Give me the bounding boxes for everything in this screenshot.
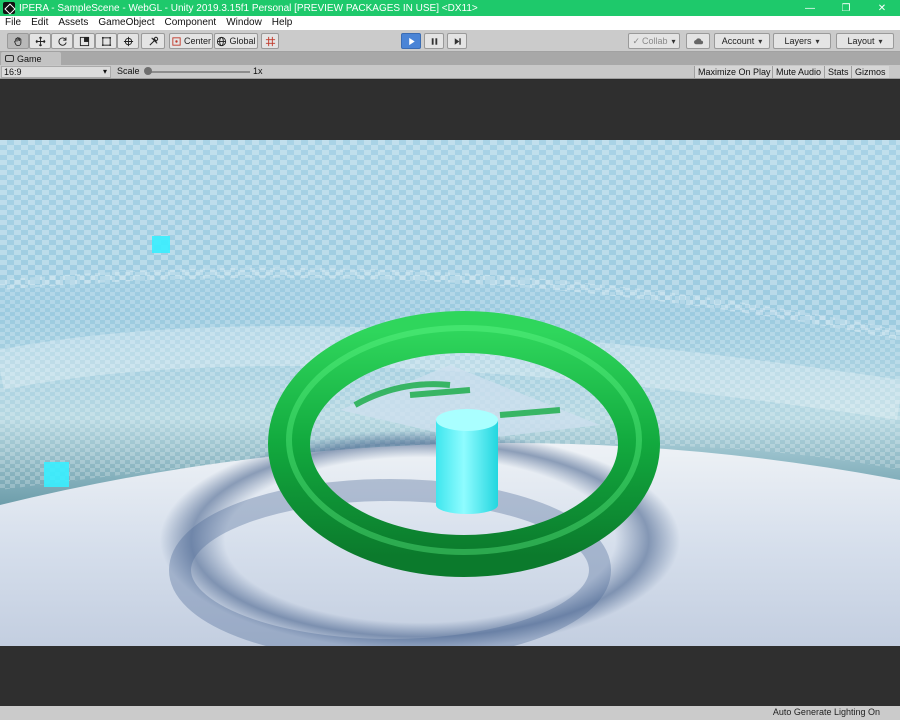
grid-snap-button[interactable] bbox=[261, 33, 279, 49]
hand-icon bbox=[13, 36, 21, 46]
collab-label: Collab bbox=[642, 36, 668, 46]
window-title: IPERA - SampleScene - WebGL - Unity 2019… bbox=[19, 2, 478, 14]
main-toolbar: Center Global ✓ Collab Account Layers La… bbox=[0, 30, 900, 52]
pivot-rotation-label: Global bbox=[229, 36, 256, 46]
maximize-on-play-toggle[interactable]: Maximize On Play bbox=[694, 66, 774, 78]
hand-tool-button[interactable] bbox=[7, 33, 29, 49]
rotate-tool-button[interactable] bbox=[51, 33, 73, 49]
stats-toggle[interactable]: Stats bbox=[824, 66, 852, 78]
transform-tool-button[interactable] bbox=[117, 33, 139, 49]
game-tab-strip: Game bbox=[0, 52, 900, 65]
menu-component[interactable]: Component bbox=[160, 16, 222, 30]
pivot-mode-button[interactable]: Center bbox=[169, 33, 213, 49]
layout-dropdown[interactable]: Layout bbox=[836, 33, 894, 49]
scale-icon bbox=[79, 36, 89, 46]
cube-large bbox=[44, 462, 69, 487]
status-text: Auto Generate Lighting On bbox=[772, 707, 880, 717]
viewport-letterbox-top bbox=[0, 80, 900, 140]
aspect-ratio-dropdown[interactable]: 16:9 bbox=[1, 66, 111, 78]
menu-assets[interactable]: Assets bbox=[53, 16, 93, 30]
menu-gameobject[interactable]: GameObject bbox=[93, 16, 159, 30]
cube-small bbox=[152, 236, 170, 253]
menu-help[interactable]: Help bbox=[267, 16, 298, 30]
mute-audio-toggle[interactable]: Mute Audio bbox=[772, 66, 825, 78]
game-scene-render bbox=[0, 140, 900, 646]
game-viewport[interactable] bbox=[0, 140, 900, 646]
account-label: Account bbox=[721, 36, 755, 46]
collab-button[interactable]: ✓ Collab bbox=[628, 33, 680, 49]
rect-transform-icon bbox=[101, 36, 111, 46]
status-bar: Auto Generate Lighting On bbox=[0, 706, 900, 720]
scale-tool-button[interactable] bbox=[73, 33, 95, 49]
menu-bar: File Edit Assets GameObject Component Wi… bbox=[0, 16, 900, 30]
play-button[interactable] bbox=[401, 33, 421, 49]
menu-file[interactable]: File bbox=[0, 16, 26, 30]
globe-icon bbox=[217, 36, 227, 46]
step-button[interactable] bbox=[447, 33, 467, 49]
close-button[interactable]: ✕ bbox=[864, 0, 900, 16]
restore-button[interactable]: ❐ bbox=[828, 0, 864, 16]
game-controller-icon bbox=[5, 55, 14, 62]
scale-slider-thumb[interactable] bbox=[144, 67, 152, 75]
rotate-icon bbox=[57, 36, 67, 46]
transform-icon bbox=[123, 36, 133, 46]
account-dropdown[interactable]: Account bbox=[714, 33, 770, 49]
pause-button[interactable] bbox=[424, 33, 444, 49]
scale-slider-track[interactable] bbox=[148, 71, 250, 73]
collab-check-icon: ✓ bbox=[632, 35, 640, 46]
layers-label: Layers bbox=[784, 36, 812, 46]
move-tool-button[interactable] bbox=[29, 33, 51, 49]
pivot-mode-label: Center bbox=[183, 36, 211, 46]
gizmos-dropdown[interactable]: Gizmos bbox=[851, 66, 889, 78]
window-controls: — ❐ ✕ bbox=[792, 0, 900, 16]
window-title-bar: IPERA - SampleScene - WebGL - Unity 2019… bbox=[0, 0, 900, 16]
minimize-button[interactable]: — bbox=[792, 0, 828, 16]
scale-label: Scale bbox=[117, 66, 140, 76]
menu-edit[interactable]: Edit bbox=[26, 16, 53, 30]
cloud-icon bbox=[693, 37, 703, 44]
tab-game[interactable]: Game bbox=[1, 52, 61, 65]
tab-game-label: Game bbox=[17, 53, 42, 64]
layers-dropdown[interactable]: Layers bbox=[773, 33, 831, 49]
tools-icon bbox=[148, 36, 158, 46]
custom-tools-button[interactable] bbox=[141, 33, 165, 49]
viewport-letterbox-bottom bbox=[0, 646, 900, 706]
cloud-button[interactable] bbox=[686, 33, 710, 49]
cyan-cylinder bbox=[436, 420, 498, 505]
layout-label: Layout bbox=[847, 36, 875, 46]
rect-tool-button[interactable] bbox=[95, 33, 117, 49]
pause-icon bbox=[431, 37, 437, 45]
unity-logo-icon bbox=[3, 2, 15, 14]
step-icon bbox=[454, 37, 461, 45]
pivot-center-icon bbox=[172, 36, 181, 46]
scale-value: 1x bbox=[253, 66, 263, 76]
play-icon bbox=[408, 37, 415, 45]
menu-window[interactable]: Window bbox=[221, 16, 267, 30]
grid-snap-icon bbox=[265, 36, 275, 46]
pivot-rotation-button[interactable]: Global bbox=[214, 33, 258, 49]
game-view-toolbar: 16:9 Scale 1x Maximize On Play Mute Audi… bbox=[0, 65, 900, 79]
move-arrows-icon bbox=[35, 36, 45, 46]
